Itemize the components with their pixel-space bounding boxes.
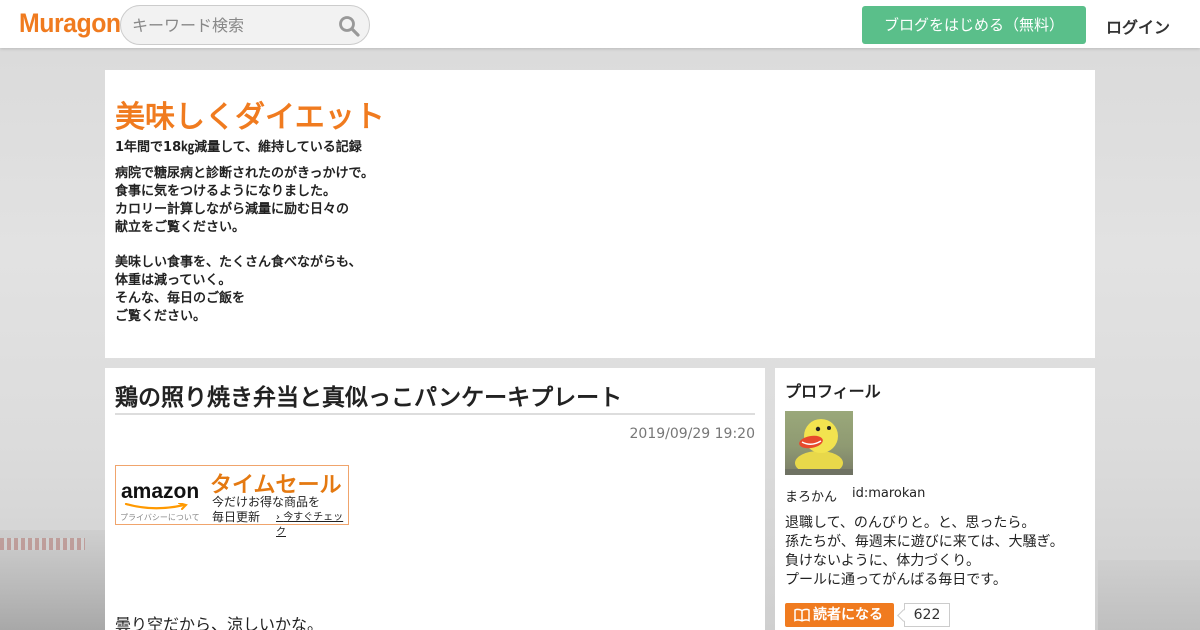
blog-subtitle: 1年間で18㎏減量して、維持している記録 bbox=[115, 140, 362, 155]
amazon-ad-banner[interactable]: amazon プライバシーについて タイムセール 今だけお得な商品を 毎日更新 … bbox=[115, 465, 349, 538]
avatar[interactable] bbox=[785, 411, 853, 475]
profile-bio: 退職して、のんびりと。と、思ったら。 孫たちが、毎週末に遊びに来ては、大騒ぎ。 … bbox=[785, 514, 1064, 590]
bio-line: 孫たちが、毎週末に遊びに来ては、大騒ぎ。 bbox=[785, 534, 1064, 550]
bio-line: プールに通ってがんばる毎日です。 bbox=[785, 572, 1007, 588]
desc-line: 体重は減っていく。 bbox=[115, 273, 232, 288]
desc-line: 美味しい食事を、たくさん食べながらも、 bbox=[115, 255, 362, 270]
search-box bbox=[120, 5, 370, 45]
article-title[interactable]: 鶏の照り焼き弁当と真似っこパンケーキプレート bbox=[115, 378, 622, 412]
background-scenery-right bbox=[1098, 560, 1200, 630]
article: 鶏の照り焼き弁当と真似っこパンケーキプレート 2019/09/29 19:20 … bbox=[105, 368, 765, 630]
background-crane bbox=[0, 538, 85, 550]
amazon-logo: amazon bbox=[121, 480, 200, 503]
site-header: Muragon ブログをはじめる（無料） ログイン bbox=[0, 0, 1200, 48]
rubber-duck-image bbox=[785, 419, 853, 475]
book-icon bbox=[794, 608, 810, 622]
follow-label: 読者になる bbox=[813, 607, 883, 623]
blog-title[interactable]: 美味しくダイエット bbox=[115, 92, 385, 136]
desc-line: 病院で糖尿病と診断されたのがきっかけで。 bbox=[115, 166, 374, 181]
login-link[interactable]: ログイン bbox=[1106, 14, 1170, 38]
ad-text: 毎日更新 bbox=[212, 510, 261, 524]
blog-description: 病院で糖尿病と診断されたのがきっかけで。 食事に気をつけるようになりました。 カ… bbox=[115, 165, 374, 343]
search-icon[interactable] bbox=[338, 15, 360, 37]
profile-heading: プロフィール bbox=[785, 382, 881, 401]
profile-id: id:marokan bbox=[852, 486, 926, 501]
follower-count: 622 bbox=[904, 603, 950, 627]
start-blog-button[interactable]: ブログをはじめる（無料） bbox=[862, 6, 1086, 44]
desc-line: カロリー計算しながら減量に励む日々の bbox=[115, 202, 350, 217]
muragon-logo[interactable]: Muragon bbox=[19, 8, 121, 39]
article-body: 曇り空だから、涼しいかな。 bbox=[115, 615, 324, 630]
desc-line: ご覧ください。 bbox=[115, 309, 207, 324]
ad-privacy-link[interactable]: プライバシーについて bbox=[120, 512, 200, 523]
profile-name[interactable]: まろかん bbox=[785, 486, 837, 505]
blog-header: 美味しくダイエット 1年間で18㎏減量して、維持している記録 病院で糖尿病と診断… bbox=[105, 70, 1095, 358]
search-input[interactable] bbox=[132, 15, 332, 35]
bio-line: 退職して、のんびりと。と、思ったら。 bbox=[785, 515, 1036, 531]
ad-check-label: 今すぐチェック bbox=[276, 512, 344, 538]
profile-sidebar: プロフィール まろかん id:marokan 退職して、のんびりと。と、思ったら… bbox=[775, 368, 1095, 630]
bio-line: 負けないように、体力づくり。 bbox=[785, 553, 981, 569]
amazon-smile-icon bbox=[124, 503, 188, 510]
title-divider bbox=[115, 413, 755, 415]
ad-check-link[interactable]: › 今すぐチェック bbox=[276, 508, 348, 538]
article-date: 2019/09/29 19:20 bbox=[629, 426, 756, 442]
follow-button[interactable]: 読者になる bbox=[785, 603, 894, 627]
desc-line: 食事に気をつけるようになりました。 bbox=[115, 184, 337, 199]
desc-line: そんな、毎日のご飯を bbox=[115, 291, 246, 306]
desc-line: 献立をご覧ください。 bbox=[115, 220, 246, 235]
